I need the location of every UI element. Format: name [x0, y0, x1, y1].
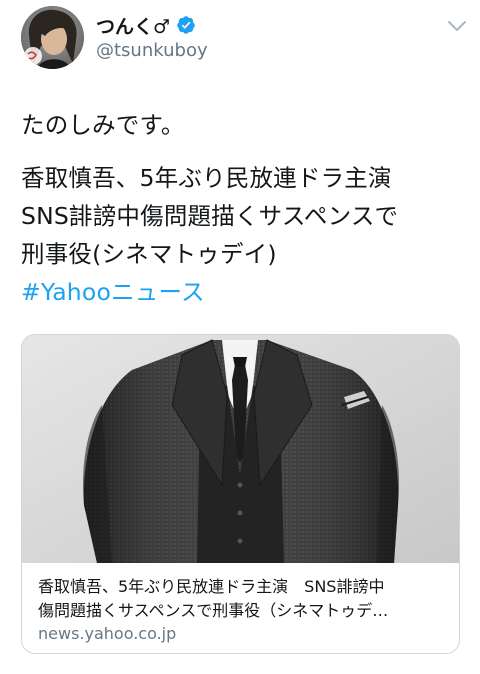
avatar[interactable]	[21, 6, 84, 69]
card-image	[22, 335, 459, 563]
display-name[interactable]: つんく♂	[96, 12, 170, 39]
chevron-down-icon[interactable]	[446, 18, 468, 34]
card-domain: news.yahoo.co.jp	[38, 624, 177, 643]
profile-photo-icon	[21, 6, 84, 69]
tweet-text-line: 香取慎吾、5年ぶり民放連ドラ主演	[21, 164, 392, 192]
card-title: 香取慎吾、5年ぶり民放連ドラ主演 SNS誹謗中 傷問題描くサスペンスで刑事役（シ…	[38, 575, 448, 623]
hashtag-link[interactable]: #Yahooニュース	[21, 273, 466, 311]
tweet-text-line: たのしみです。	[21, 111, 185, 139]
author-handle: @tsunkuboy	[96, 40, 208, 61]
card-title-line: 傷問題描くサスペンスで刑事役（シネマトゥデ…	[38, 601, 389, 620]
link-preview-card[interactable]: 香取慎吾、5年ぶり民放連ドラ主演 SNS誹謗中 傷問題描くサスペンスで刑事役（シ…	[21, 334, 460, 654]
verified-badge-icon	[177, 16, 195, 34]
author-name-row: つんく♂	[96, 12, 196, 38]
tweet-text-line: 刑事役(シネマトゥデイ)	[21, 240, 277, 268]
suit-photo-icon	[22, 335, 459, 563]
tweet-text-line: SNS誹謗中傷問題描くサスペンスで	[21, 202, 399, 230]
card-title-line: 香取慎吾、5年ぶり民放連ドラ主演 SNS誹謗中	[38, 577, 385, 596]
tweet-text: たのしみです。 香取慎吾、5年ぶり民放連ドラ主演 SNS誹謗中傷問題描くサスペン…	[21, 106, 466, 311]
